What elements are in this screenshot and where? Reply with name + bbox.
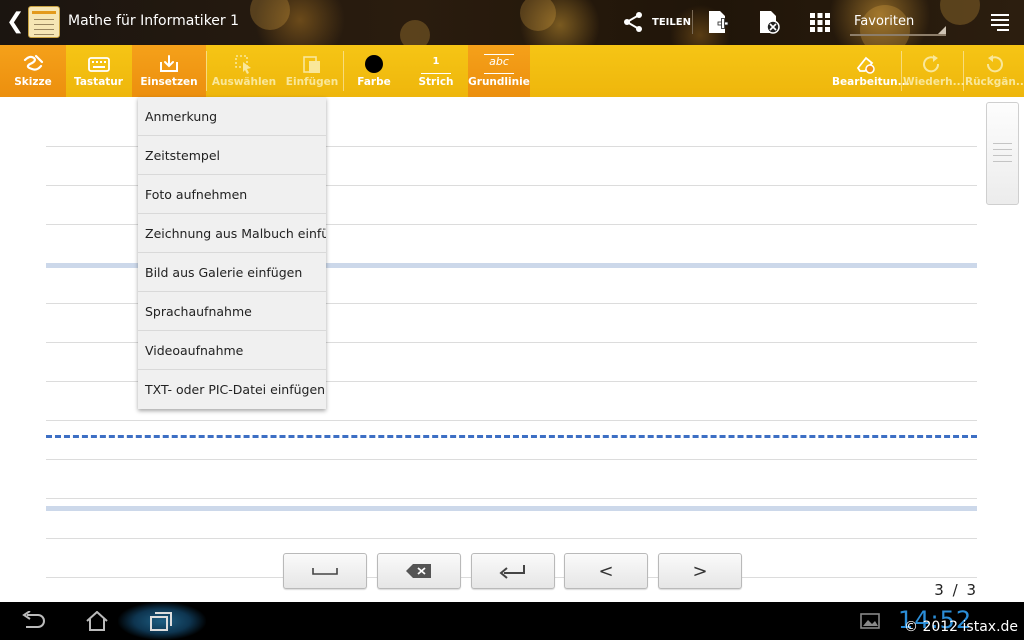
color-tool[interactable]: Farbe	[345, 45, 403, 97]
bokeh-decoration	[940, 0, 980, 25]
insert-menu: Anmerkung Zeitstempel Foto aufnehmen Zei…	[138, 97, 326, 409]
watermark: © 2012 istax.de	[904, 619, 1019, 635]
paste-icon	[303, 56, 320, 73]
current-page: 3	[934, 581, 946, 599]
color-label: Farbe	[357, 76, 391, 88]
sketch-tool[interactable]: Skizze	[0, 45, 66, 97]
keyboard-icon	[87, 57, 110, 72]
select-label: Auswählen	[211, 76, 277, 88]
title-bar: ❮ Mathe für Informatiker 1 TEILEN Favori…	[0, 0, 1024, 45]
baseline-guide	[46, 435, 977, 438]
bokeh-decoration	[400, 20, 430, 45]
stroke-label: Strich	[418, 76, 454, 88]
page-separator: /	[952, 581, 960, 599]
edit-label: Bearbeitun...	[832, 76, 910, 88]
stroke-tool[interactable]: 1 Strich	[405, 45, 467, 97]
redo-icon	[923, 55, 940, 73]
menu-item-video-recording[interactable]: Videoaufnahme	[138, 331, 326, 370]
cursor-right-key[interactable]: >	[658, 553, 742, 589]
back-chevron-icon[interactable]: ❮	[6, 10, 24, 34]
paste-tool[interactable]: Einfügen	[282, 45, 342, 97]
undo-tool[interactable]: Rückgän...	[965, 45, 1024, 97]
toolbar-divider	[206, 51, 207, 91]
back-icon[interactable]	[20, 611, 46, 631]
toolbar-divider	[343, 51, 344, 91]
menu-item-insert-file[interactable]: TXT- oder PIC-Datei einfügen	[138, 370, 326, 409]
recent-apps-icon[interactable]	[148, 611, 174, 631]
scroll-handle[interactable]	[986, 102, 1019, 205]
color-swatch-icon	[365, 55, 383, 73]
menu-item-voice-recording[interactable]: Sprachaufnahme	[138, 292, 326, 331]
redo-label: Wiederh...	[903, 76, 965, 88]
menu-item-take-photo[interactable]: Foto aufnehmen	[138, 175, 326, 214]
share-button[interactable]: TEILEN	[622, 8, 691, 36]
enter-icon	[499, 565, 525, 579]
backspace-icon	[406, 564, 431, 578]
insert-label: Einsetzen	[140, 76, 198, 88]
paste-label: Einfügen	[285, 76, 339, 88]
share-icon	[624, 12, 642, 32]
ruled-line	[46, 538, 977, 539]
sketch-label: Skizze	[14, 76, 52, 88]
gallery-notification-icon[interactable]	[858, 611, 884, 631]
keyboard-label: Tastatur	[74, 76, 123, 88]
cursor-left-key[interactable]: <	[564, 553, 648, 589]
sketch-icon	[23, 54, 44, 71]
toolbar-divider	[963, 51, 964, 91]
favorites-label: Favoriten	[854, 14, 915, 29]
redo-tool[interactable]: Wiederh...	[903, 45, 965, 97]
bokeh-decoration	[250, 0, 290, 30]
edit-tool[interactable]: Bearbeitun...	[832, 45, 910, 97]
select-tool[interactable]: Auswählen	[208, 45, 280, 97]
ruled-line-band	[46, 506, 977, 511]
eraser-icon	[856, 56, 875, 74]
undo-icon	[986, 55, 1003, 73]
toolbar-divider	[901, 51, 902, 91]
cursor-right-label: >	[692, 560, 708, 582]
page-indicator: 3 / 3	[934, 581, 978, 599]
ruled-line	[46, 498, 977, 499]
menu-item-insert-gallery-image[interactable]: Bild aus Galerie einfügen	[138, 253, 326, 292]
insert-tool[interactable]: Einsetzen	[132, 45, 206, 97]
baseline-label: Grundlinie	[468, 76, 530, 88]
undo-label: Rückgän...	[965, 76, 1024, 88]
insert-icon	[160, 55, 178, 72]
space-key[interactable]	[283, 553, 367, 589]
grid-view-icon[interactable]	[808, 10, 832, 34]
enter-key[interactable]	[471, 553, 555, 589]
cursor-left-label: <	[598, 560, 614, 582]
backspace-key[interactable]	[377, 553, 461, 589]
ruled-line	[46, 459, 977, 460]
menu-list-icon[interactable]	[988, 10, 1012, 34]
titlebar-divider	[692, 10, 693, 34]
app-window: ❮ Mathe für Informatiker 1 TEILEN Favori…	[0, 0, 1024, 640]
baseline-sample: abc	[484, 54, 514, 74]
menu-item-timestamp[interactable]: Zeitstempel	[138, 136, 326, 175]
space-icon	[312, 568, 338, 575]
share-label: TEILEN	[652, 16, 691, 28]
bokeh-decoration	[520, 0, 556, 31]
total-pages: 3	[966, 581, 978, 599]
home-icon[interactable]	[84, 611, 110, 631]
favorites-dropdown[interactable]: Favoriten	[850, 6, 946, 36]
keyboard-tool[interactable]: Tastatur	[66, 45, 131, 97]
add-page-icon[interactable]	[706, 10, 730, 34]
notebook-app-icon[interactable]	[28, 6, 60, 38]
ruled-line	[46, 420, 977, 421]
select-icon	[235, 55, 251, 74]
tool-bar: Skizze Tastatur Einsetzen Auswählen Einf…	[0, 45, 1024, 97]
menu-item-annotation[interactable]: Anmerkung	[138, 97, 326, 136]
baseline-tool[interactable]: abc Grundlinie	[468, 45, 530, 97]
menu-item-insert-drawing[interactable]: Zeichnung aus Malbuch einfügen	[138, 214, 326, 253]
stroke-value: 1	[421, 54, 451, 74]
notebook-title: Mathe für Informatiker 1	[68, 13, 240, 29]
system-bar: 14:52 © 2012 istax.de	[0, 602, 1024, 640]
delete-page-icon[interactable]	[757, 10, 781, 34]
